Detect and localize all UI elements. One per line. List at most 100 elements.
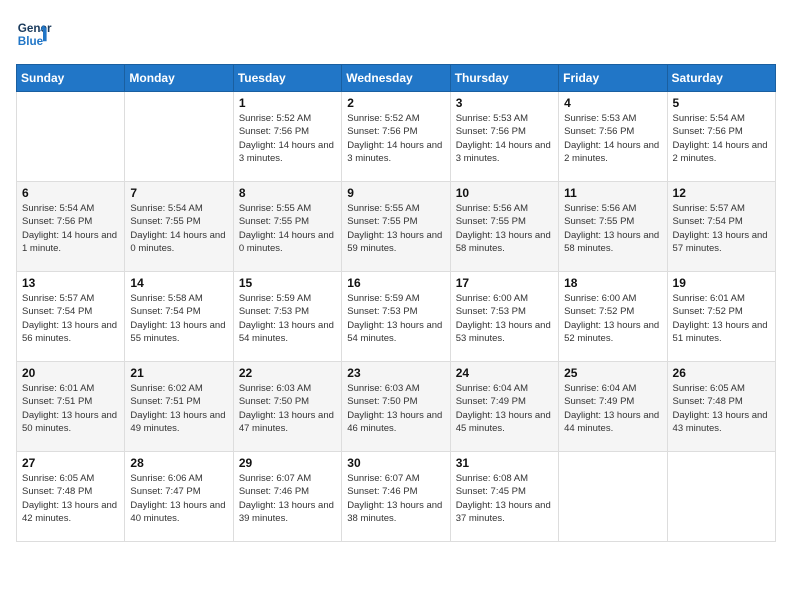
calendar-day-cell: 26Sunrise: 6:05 AM Sunset: 7:48 PM Dayli… (667, 362, 775, 452)
day-number: 30 (347, 456, 444, 470)
day-info: Sunrise: 5:57 AM Sunset: 7:54 PM Dayligh… (22, 292, 119, 345)
calendar-day-cell: 24 Sunrise: 6:04 AM Sunset: 7:49 PM Dayli… (450, 362, 558, 452)
day-info: Sunrise: 5:56 AM Sunset: 7:55 PM Dayligh… (456, 202, 553, 255)
calendar-day-cell: 21 Sunrise: 6:02 AM Sunset: 7:51 PM Dayli… (125, 362, 233, 452)
weekday-header-cell: Wednesday (342, 65, 450, 92)
day-info: Sunrise: 5:59 AM Sunset: 7:53 PM Dayligh… (347, 292, 444, 345)
day-info: Sunrise: 6:02 AM Sunset: 7:51 PM Dayligh… (130, 382, 227, 435)
calendar-day-cell: 16 Sunrise: 5:59 AM Sunset: 7:53 PM Dayli… (342, 272, 450, 362)
logo: General Blue (16, 16, 52, 52)
calendar-day-cell: 30Sunrise: 6:07 AM Sunset: 7:46 PM Dayli… (342, 452, 450, 542)
calendar-day-cell (17, 92, 125, 182)
day-number: 25 (564, 366, 661, 380)
day-info: Sunrise: 5:55 AM Sunset: 7:55 PM Dayligh… (239, 202, 336, 255)
day-number: 3 (456, 96, 553, 110)
day-info: Sunrise: 6:05 AM Sunset: 7:48 PM Dayligh… (22, 472, 119, 525)
weekday-header-row: SundayMondayTuesdayWednesdayThursdayFrid… (17, 65, 776, 92)
calendar-day-cell: 8 Sunrise: 5:55 AM Sunset: 7:55 PM Daylig… (233, 182, 341, 272)
header: General Blue (16, 16, 776, 52)
calendar-day-cell: 1 Sunrise: 5:52 AM Sunset: 7:56 PM Daylig… (233, 92, 341, 182)
day-number: 13 (22, 276, 119, 290)
day-info: Sunrise: 5:52 AM Sunset: 7:56 PM Dayligh… (239, 112, 336, 165)
calendar-week-row: 1 Sunrise: 5:52 AM Sunset: 7:56 PM Daylig… (17, 92, 776, 182)
day-number: 14 (130, 276, 227, 290)
day-number: 23 (347, 366, 444, 380)
calendar-day-cell: 22 Sunrise: 6:03 AM Sunset: 7:50 PM Dayli… (233, 362, 341, 452)
day-info: Sunrise: 5:56 AM Sunset: 7:55 PM Dayligh… (564, 202, 661, 255)
day-info: Sunrise: 6:08 AM Sunset: 7:45 PM Dayligh… (456, 472, 553, 525)
logo-icon: General Blue (16, 16, 52, 52)
weekday-header-cell: Saturday (667, 65, 775, 92)
day-number: 10 (456, 186, 553, 200)
day-number: 11 (564, 186, 661, 200)
calendar-day-cell: 15Sunrise: 5:59 AM Sunset: 7:53 PM Dayli… (233, 272, 341, 362)
day-number: 7 (130, 186, 227, 200)
calendar-day-cell: 14Sunrise: 5:58 AM Sunset: 7:54 PM Dayli… (125, 272, 233, 362)
calendar-day-cell: 28 Sunrise: 6:06 AM Sunset: 7:47 PM Dayli… (125, 452, 233, 542)
calendar-week-row: 6Sunrise: 5:54 AM Sunset: 7:56 PM Daylig… (17, 182, 776, 272)
day-info: Sunrise: 6:04 AM Sunset: 7:49 PM Dayligh… (564, 382, 661, 435)
calendar-day-cell: 23 Sunrise: 6:03 AM Sunset: 7:50 PM Dayli… (342, 362, 450, 452)
calendar-day-cell: 13 Sunrise: 5:57 AM Sunset: 7:54 PM Dayli… (17, 272, 125, 362)
day-number: 16 (347, 276, 444, 290)
day-info: Sunrise: 6:07 AM Sunset: 7:46 PM Dayligh… (239, 472, 336, 525)
calendar-day-cell: 18 Sunrise: 6:00 AM Sunset: 7:52 PM Dayli… (559, 272, 667, 362)
calendar-day-cell: 20 Sunrise: 6:01 AM Sunset: 7:51 PM Dayli… (17, 362, 125, 452)
day-number: 9 (347, 186, 444, 200)
day-info: Sunrise: 5:52 AM Sunset: 7:56 PM Dayligh… (347, 112, 444, 165)
calendar-day-cell: 11 Sunrise: 5:56 AM Sunset: 7:55 PM Dayli… (559, 182, 667, 272)
day-info: Sunrise: 5:55 AM Sunset: 7:55 PM Dayligh… (347, 202, 444, 255)
day-number: 22 (239, 366, 336, 380)
calendar-day-cell: 5Sunrise: 5:54 AM Sunset: 7:56 PM Daylig… (667, 92, 775, 182)
day-number: 6 (22, 186, 119, 200)
calendar-day-cell: 10 Sunrise: 5:56 AM Sunset: 7:55 PM Dayli… (450, 182, 558, 272)
day-number: 19 (673, 276, 770, 290)
weekday-header-cell: Monday (125, 65, 233, 92)
day-info: Sunrise: 5:57 AM Sunset: 7:54 PM Dayligh… (673, 202, 770, 255)
day-info: Sunrise: 5:54 AM Sunset: 7:55 PM Dayligh… (130, 202, 227, 255)
calendar-day-cell: 4Sunrise: 5:53 AM Sunset: 7:56 PM Daylig… (559, 92, 667, 182)
weekday-header-cell: Thursday (450, 65, 558, 92)
day-number: 26 (673, 366, 770, 380)
calendar-day-cell (125, 92, 233, 182)
day-info: Sunrise: 6:06 AM Sunset: 7:47 PM Dayligh… (130, 472, 227, 525)
calendar-day-cell: 25 Sunrise: 6:04 AM Sunset: 7:49 PM Dayli… (559, 362, 667, 452)
day-info: Sunrise: 5:54 AM Sunset: 7:56 PM Dayligh… (673, 112, 770, 165)
day-info: Sunrise: 6:03 AM Sunset: 7:50 PM Dayligh… (239, 382, 336, 435)
day-info: Sunrise: 6:00 AM Sunset: 7:53 PM Dayligh… (456, 292, 553, 345)
day-info: Sunrise: 5:59 AM Sunset: 7:53 PM Dayligh… (239, 292, 336, 345)
day-number: 20 (22, 366, 119, 380)
calendar-day-cell: 29Sunrise: 6:07 AM Sunset: 7:46 PM Dayli… (233, 452, 341, 542)
calendar-day-cell: 7 Sunrise: 5:54 AM Sunset: 7:55 PM Daylig… (125, 182, 233, 272)
weekday-header-cell: Sunday (17, 65, 125, 92)
day-info: Sunrise: 6:04 AM Sunset: 7:49 PM Dayligh… (456, 382, 553, 435)
calendar-day-cell: 17Sunrise: 6:00 AM Sunset: 7:53 PM Dayli… (450, 272, 558, 362)
svg-text:Blue: Blue (18, 35, 44, 48)
day-number: 24 (456, 366, 553, 380)
day-number: 1 (239, 96, 336, 110)
day-info: Sunrise: 5:53 AM Sunset: 7:56 PM Dayligh… (456, 112, 553, 165)
calendar-day-cell: 2 Sunrise: 5:52 AM Sunset: 7:56 PM Daylig… (342, 92, 450, 182)
calendar-day-cell (559, 452, 667, 542)
calendar-day-cell: 19 Sunrise: 6:01 AM Sunset: 7:52 PM Dayli… (667, 272, 775, 362)
day-number: 18 (564, 276, 661, 290)
day-info: Sunrise: 6:03 AM Sunset: 7:50 PM Dayligh… (347, 382, 444, 435)
day-info: Sunrise: 6:01 AM Sunset: 7:52 PM Dayligh… (673, 292, 770, 345)
day-info: Sunrise: 6:00 AM Sunset: 7:52 PM Dayligh… (564, 292, 661, 345)
svg-text:General: General (18, 22, 52, 35)
calendar-day-cell: 9 Sunrise: 5:55 AM Sunset: 7:55 PM Daylig… (342, 182, 450, 272)
weekday-header-cell: Friday (559, 65, 667, 92)
calendar-body: 1 Sunrise: 5:52 AM Sunset: 7:56 PM Daylig… (17, 92, 776, 542)
day-number: 2 (347, 96, 444, 110)
day-number: 28 (130, 456, 227, 470)
calendar-day-cell: 12 Sunrise: 5:57 AM Sunset: 7:54 PM Dayli… (667, 182, 775, 272)
calendar-day-cell: 6Sunrise: 5:54 AM Sunset: 7:56 PM Daylig… (17, 182, 125, 272)
calendar-week-row: 27 Sunrise: 6:05 AM Sunset: 7:48 PM Dayli… (17, 452, 776, 542)
day-number: 4 (564, 96, 661, 110)
day-number: 21 (130, 366, 227, 380)
day-number: 27 (22, 456, 119, 470)
day-info: Sunrise: 6:01 AM Sunset: 7:51 PM Dayligh… (22, 382, 119, 435)
weekday-header-cell: Tuesday (233, 65, 341, 92)
day-number: 12 (673, 186, 770, 200)
day-number: 8 (239, 186, 336, 200)
